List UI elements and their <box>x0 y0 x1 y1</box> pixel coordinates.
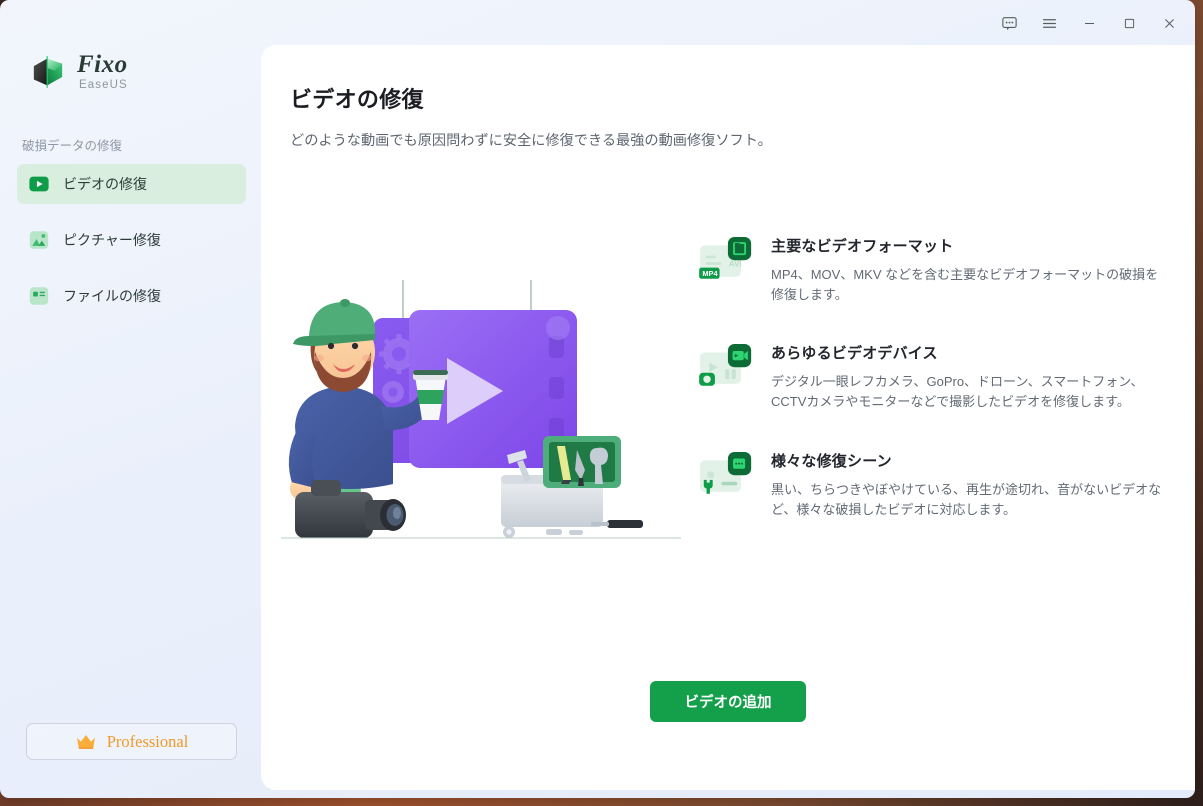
minimize-icon <box>1084 22 1094 24</box>
picture-repair-icon <box>29 231 49 249</box>
feature-title: あらゆるビデオデバイス <box>771 345 938 363</box>
video-repair-icon <box>29 176 49 192</box>
close-button[interactable] <box>1149 8 1189 38</box>
main-content-card: ビデオの修復 どのような動画でも原因問わずに安全に修復できる最強の動画修復ソフト… <box>261 45 1195 790</box>
feature-description: MP4、MOV、MKV などを含む主要なビデオフォーマットの破損を修復します。 <box>771 267 1159 303</box>
maximize-icon <box>1124 18 1134 28</box>
svg-text:MP4: MP4 <box>702 269 718 278</box>
minimize-button[interactable] <box>1069 8 1109 38</box>
video-device-icon <box>699 344 752 387</box>
hamburger-menu-icon <box>1042 18 1056 28</box>
brand-name: Fixo <box>77 51 128 79</box>
close-icon <box>1164 18 1174 28</box>
fixo-logo-icon <box>33 56 63 88</box>
chat-bubble-icon <box>1001 16 1017 30</box>
add-video-button[interactable]: ビデオの追加 <box>650 681 806 722</box>
feature-title: 様々な修復シーン <box>771 452 892 470</box>
sidebar-item-video-repair[interactable]: ビデオの修復 <box>17 164 246 204</box>
brand-subtitle: EaseUS <box>79 79 128 92</box>
feature-item: AVI MP4 主要なビデオフォーマット MP4、MOV、MKV などを含む主要… <box>699 235 1169 305</box>
maximize-button[interactable] <box>1109 8 1149 38</box>
feature-list: AVI MP4 主要なビデオフォーマット MP4、MOV、MKV などを含む主要… <box>699 235 1169 557</box>
feature-item: あらゆるビデオデバイス デジタル一眼レフカメラ、GoPro、ドローン、スマートフ… <box>699 342 1169 412</box>
professional-upgrade-button[interactable]: Professional <box>26 723 237 760</box>
file-repair-icon <box>29 287 49 305</box>
video-format-icon: AVI MP4 <box>699 237 752 279</box>
application-window: Fixo EaseUS 破損データの修復 ビデオの修復 ピクチャー修復 ファイル… <box>0 0 1195 798</box>
feature-title: 主要なビデオフォーマット <box>771 238 954 255</box>
sidebar-item-label: ビデオの修復 <box>63 176 147 192</box>
window-titlebar <box>0 0 1195 46</box>
repair-scene-icon <box>700 451 752 494</box>
sidebar-item-label: ファイルの修復 <box>63 288 161 304</box>
sidebar-item-picture-repair[interactable]: ピクチャー修復 <box>17 220 246 260</box>
page-title: ビデオの修復 <box>290 87 424 112</box>
sidebar: Fixo EaseUS 破損データの修復 ビデオの修復 ピクチャー修復 ファイル… <box>0 0 261 798</box>
feature-description: デジタル一眼レフカメラ、GoPro、ドローン、スマートフォン、CCTVカメラやモ… <box>771 374 1144 410</box>
nav-group-label: 破損データの修復 <box>22 139 123 153</box>
video-repair-illustration <box>281 280 681 539</box>
professional-label: Professional <box>106 731 189 751</box>
feedback-button[interactable] <box>989 8 1029 38</box>
menu-button[interactable] <box>1029 8 1069 38</box>
crown-icon <box>76 734 95 749</box>
sidebar-item-file-repair[interactable]: ファイルの修復 <box>17 276 246 316</box>
page-subtitle: どのような動画でも原因問わずに安全に修復できる最強の動画修復ソフト。 <box>290 133 772 149</box>
feature-item: 様々な修復シーン 黒い、ちらつきやぼやけている、再生が途切れ、音がないビデオなど… <box>699 450 1169 520</box>
brand-logo-block: Fixo EaseUS <box>0 42 261 102</box>
feature-description: 黒い、ちらつきやぼやけている、再生が途切れ、音がないビデオなど、様々な破損したビ… <box>771 481 1162 517</box>
sidebar-item-label: ピクチャー修復 <box>63 232 161 248</box>
svg-text:AVI: AVI <box>729 260 742 269</box>
